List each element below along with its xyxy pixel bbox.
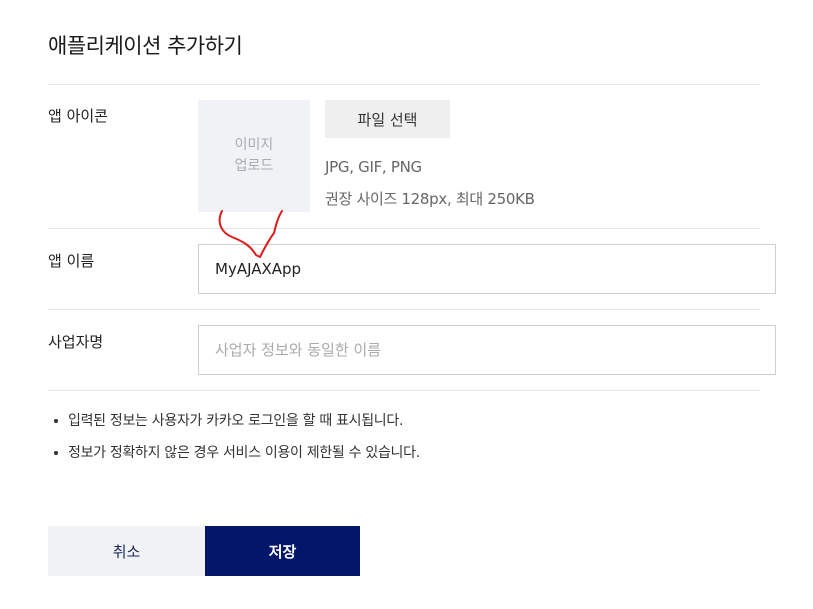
divider bbox=[48, 84, 760, 85]
cancel-button[interactable]: 취소 bbox=[48, 526, 205, 576]
file-size-hint: 권장 사이즈 128px, 최대 250KB bbox=[325, 190, 535, 208]
app-icon-label: 앱 아이콘 bbox=[48, 107, 108, 125]
annotation-scribble bbox=[218, 210, 283, 258]
choose-file-button[interactable]: 파일 선택 bbox=[325, 100, 450, 138]
list-item: 정보가 정확하지 않은 경우 서비스 이용이 제한될 수 있습니다. bbox=[52, 440, 420, 472]
file-format-hint: JPG, GIF, PNG bbox=[325, 158, 422, 176]
save-button[interactable]: 저장 bbox=[205, 526, 360, 576]
divider bbox=[48, 390, 760, 391]
image-upload-box[interactable]: 이미지 업로드 bbox=[198, 100, 310, 212]
divider bbox=[48, 228, 760, 229]
company-name-label: 사업자명 bbox=[48, 333, 104, 351]
company-name-input[interactable] bbox=[198, 325, 776, 375]
list-item: 입력된 정보는 사용자가 카카오 로그인을 할 때 표시됩니다. bbox=[52, 408, 420, 440]
page-title: 애플리케이션 추가하기 bbox=[48, 34, 243, 58]
notes-list: 입력된 정보는 사용자가 카카오 로그인을 할 때 표시됩니다. 정보가 정확하… bbox=[52, 408, 420, 472]
app-name-label: 앱 이름 bbox=[48, 252, 95, 270]
upload-text-line1: 이미지 bbox=[234, 137, 274, 153]
upload-text-line2: 업로드 bbox=[234, 158, 274, 174]
divider bbox=[48, 309, 760, 310]
